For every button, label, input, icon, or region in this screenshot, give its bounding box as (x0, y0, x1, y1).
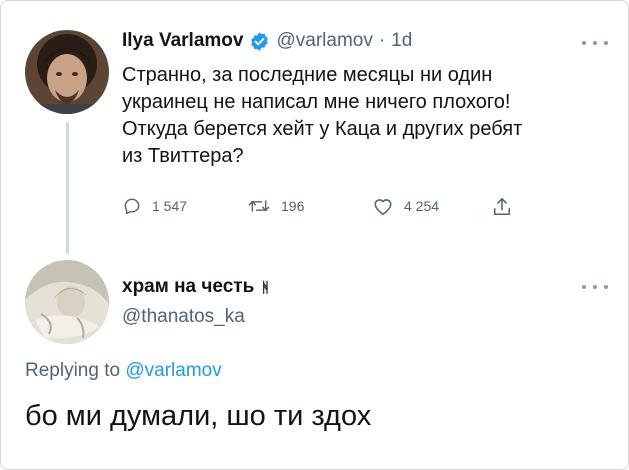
reply-bubble-icon (124, 198, 140, 215)
reply-count: 1 547 (152, 198, 188, 214)
reply-author-name[interactable]: храм на честь (122, 276, 254, 298)
author-handle[interactable]: @varlamov (276, 30, 372, 52)
tweet-text-line: Откуда берется хейт у Каца и других ребя… (122, 118, 523, 140)
tweet-text: Странно, за последние месяцы ни один укр… (122, 62, 617, 170)
author-name[interactable]: Ilya Varlamov (122, 30, 243, 52)
tweet-text-line: украинец не написал мне ничего плохого! (122, 91, 511, 113)
retweet-count: 196 (281, 198, 305, 214)
reply-author-handle[interactable]: @thanatos_ka (122, 306, 245, 328)
like-count: 4 254 (404, 198, 440, 214)
avatar-thanatos[interactable] (25, 260, 109, 344)
more-horizontal-icon[interactable] (582, 38, 608, 48)
heart-icon (374, 199, 392, 215)
dot-separator: · (378, 30, 386, 51)
tweet-text-line: из Твиттера? (122, 145, 244, 167)
verified-badge-icon (249, 31, 270, 52)
like-action[interactable]: 4 254 (372, 196, 439, 216)
tweet-time[interactable]: 1d (391, 30, 412, 52)
tweet-text-line: Странно, за последние месяцы ни один (122, 64, 493, 86)
replying-to-label: Replying to (25, 360, 121, 381)
retweet-action[interactable]: 196 (247, 196, 304, 216)
avatar-sculpture-icon (25, 260, 109, 344)
retweet-icon (248, 200, 270, 212)
replying-to-link[interactable]: @varlamov (125, 360, 221, 381)
avatar-varlamov[interactable] (25, 30, 109, 114)
avatar-portrait-icon (25, 30, 109, 114)
share-upload-icon (493, 198, 511, 216)
name-glyph: ᚻ (261, 279, 270, 295)
replying-to-line: Replying to @varlamov (25, 360, 222, 382)
reply-text: бо ми думали, шо ти здох (25, 400, 372, 432)
reply-action[interactable]: 1 547 (122, 196, 187, 216)
more-horizontal-icon[interactable] (582, 282, 608, 292)
share-action[interactable] (492, 196, 512, 218)
thread-connector-line (66, 122, 69, 254)
